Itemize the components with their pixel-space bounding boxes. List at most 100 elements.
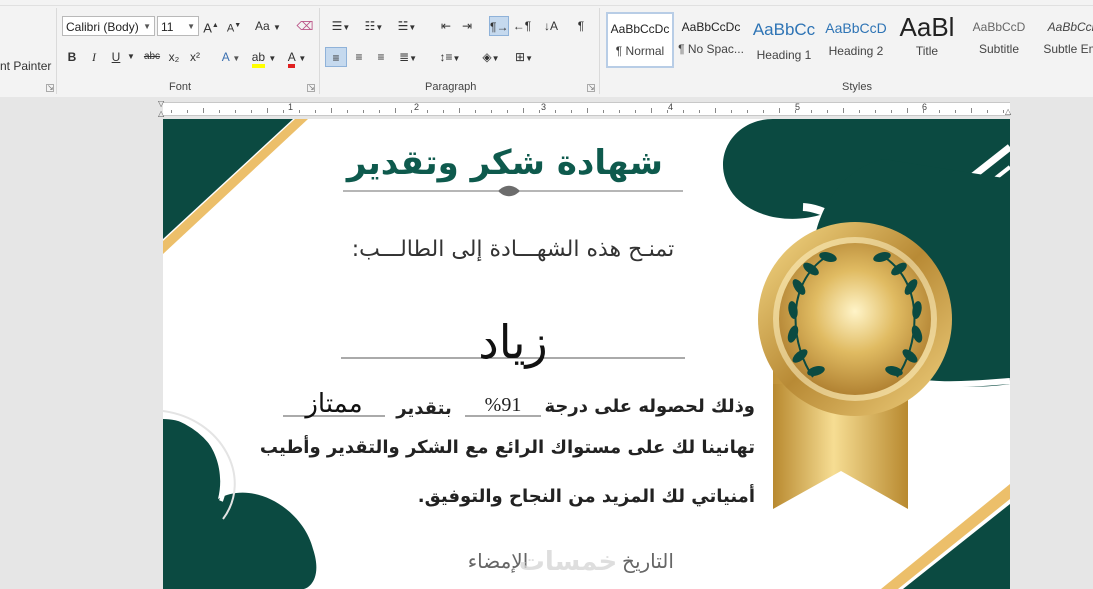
grow-font-button[interactable]: A▲ [203, 16, 219, 36]
group-separator [599, 8, 600, 94]
text-effects-icon: A [221, 50, 230, 64]
sort-button[interactable]: ↓A [542, 16, 560, 36]
style-preview: AaBbCcD [825, 20, 887, 36]
ruler-tick [571, 110, 572, 113]
font-size-combo[interactable]: 11 ▼ [157, 16, 199, 36]
font-color-button[interactable]: A ▼ [284, 47, 310, 68]
font-name-combo[interactable]: Calibri (Body) ▼ [62, 16, 155, 36]
ruler-tick [395, 108, 396, 113]
ruler-tick [459, 108, 460, 113]
bold-button[interactable]: B [64, 47, 80, 67]
style-item-5[interactable]: AaBbCcD Subtitle [965, 12, 1033, 68]
paragraph-dialog-launcher-icon[interactable]: ↘ [587, 84, 595, 92]
style-name: ¶ No Spac... [678, 42, 744, 56]
styles-group-label: Styles [842, 81, 872, 93]
certificate-intro: تمنـح هذه الشهـــادة إلى الطالـــب: [351, 237, 675, 262]
ruler-tick [427, 110, 428, 113]
borders-button[interactable]: ⊞▼ [510, 47, 538, 67]
watermark: خمسات [518, 547, 618, 577]
align-right-button[interactable]: ≡ [371, 47, 391, 67]
text-effects-button[interactable]: A ▼ [218, 47, 244, 67]
shrink-font-button[interactable]: A▼ [226, 16, 242, 36]
ruler-tick [763, 110, 764, 113]
subscript-button[interactable]: x₂ [166, 47, 182, 67]
style-item-2[interactable]: AaBbCc Heading 1 [750, 12, 818, 68]
justify-button[interactable]: ≣▼ [393, 47, 423, 67]
ruler-tick [875, 110, 876, 113]
increase-indent-icon: ⇥ [461, 19, 473, 33]
group-separator [319, 8, 320, 94]
style-item-1[interactable]: AaBbCcDc ¶ No Spac... [677, 12, 745, 68]
wishes-line: أمنياتي لك المزيد من النجاح والتوفيق. [417, 486, 755, 507]
hanging-indent-marker[interactable]: △ [158, 109, 164, 118]
format-painter-button[interactable]: nt Painter [0, 56, 52, 76]
decrease-indent-icon: ⇤ [440, 19, 452, 33]
grow-font-icon: A [203, 20, 212, 36]
underline-dropdown[interactable]: ▼ [126, 47, 136, 67]
ruler-tick [267, 108, 268, 113]
ruler-tick [219, 110, 220, 113]
show-hide-marks-button[interactable]: ¶ [572, 16, 590, 36]
right-indent-marker[interactable]: △ [1005, 107, 1011, 116]
ruler-tick [987, 110, 988, 113]
justify-icon: ≣ [399, 50, 410, 64]
ruler-tick [843, 108, 844, 113]
shading-button[interactable]: ◈▼ [477, 47, 505, 67]
highlighter-icon: ab [251, 50, 266, 68]
highlight-button[interactable]: ab ▼ [250, 47, 278, 68]
ruler-tick [859, 110, 860, 113]
ruler-tick [539, 110, 540, 113]
first-line-indent-marker[interactable]: ▽ [158, 99, 164, 108]
ruler-number: 6 [922, 102, 928, 112]
superscript-button[interactable]: x² [187, 47, 203, 67]
align-left-button[interactable]: ≡ [325, 47, 347, 67]
ruler-tick [315, 110, 316, 113]
ruler-tick [507, 110, 508, 113]
rtl-direction-button[interactable]: ←¶ [512, 16, 532, 36]
change-case-button[interactable]: Aa ▼ [253, 16, 283, 36]
ruler-tick [283, 110, 284, 113]
italic-button[interactable]: I [86, 47, 102, 67]
align-center-icon: ≡ [355, 50, 363, 64]
document-page[interactable]: شهادة شكر وتقدير تمنـح هذه الشهـــادة إل… [163, 119, 1010, 589]
line-spacing-button[interactable]: ↕≡▼ [436, 47, 464, 67]
student-name: زياد [478, 315, 548, 369]
decrease-indent-button[interactable]: ⇤ [437, 16, 455, 36]
strikethrough-button[interactable]: abc [141, 47, 163, 67]
ruler-tick [203, 108, 204, 113]
style-preview: AaBbCc [752, 20, 816, 39]
ruler-tick [731, 110, 732, 113]
multilevel-list-button[interactable]: ☱▼ [393, 16, 421, 36]
medal-face [779, 243, 931, 395]
certificate-title: شهادة شكر وتقدير [346, 143, 663, 183]
bold-icon: B [67, 50, 77, 64]
score-value: %91 [484, 394, 522, 416]
horizontal-ruler[interactable]: 1 2 3 4 5 6 ▽ △ △ [0, 97, 1093, 119]
format-painter-label: nt Painter [0, 59, 52, 73]
ruler-number: 5 [795, 102, 801, 112]
style-item-0[interactable]: AaBbCcDc ¶ Normal [606, 12, 674, 68]
style-name: Heading 1 [756, 48, 812, 62]
ruler-tick [715, 108, 716, 113]
clear-formatting-button[interactable]: ⌫ [296, 16, 314, 36]
style-item-3[interactable]: AaBbCcD Heading 2 [822, 12, 890, 68]
ruler-bar: 1 2 3 4 5 6 [163, 102, 1010, 116]
style-item-4[interactable]: AaBl Title [893, 12, 961, 68]
font-dialog-launcher-icon[interactable]: ↘ [307, 84, 315, 92]
change-case-icon: Aa [255, 19, 270, 33]
align-center-button[interactable]: ≡ [349, 47, 369, 67]
ruler-tick [555, 110, 556, 113]
clipboard-dialog-launcher-icon[interactable]: ↘ [46, 84, 54, 92]
style-name: Title [915, 44, 939, 58]
ltr-direction-button[interactable]: ¶→ [489, 16, 509, 36]
italic-icon: I [92, 50, 96, 64]
increase-indent-button[interactable]: ⇥ [458, 16, 476, 36]
ruler-tick [235, 110, 236, 113]
borders-icon: ⊞ [515, 50, 526, 64]
underline-button[interactable]: U [108, 47, 124, 67]
style-item-6[interactable]: AaBbCcl Subtle Em [1037, 12, 1093, 68]
ruler-tick [587, 108, 588, 113]
bullets-button[interactable]: ☰▼ [327, 16, 355, 36]
numbering-button[interactable]: ☷▼ [360, 16, 388, 36]
pilcrow-icon: ¶ [577, 19, 585, 33]
